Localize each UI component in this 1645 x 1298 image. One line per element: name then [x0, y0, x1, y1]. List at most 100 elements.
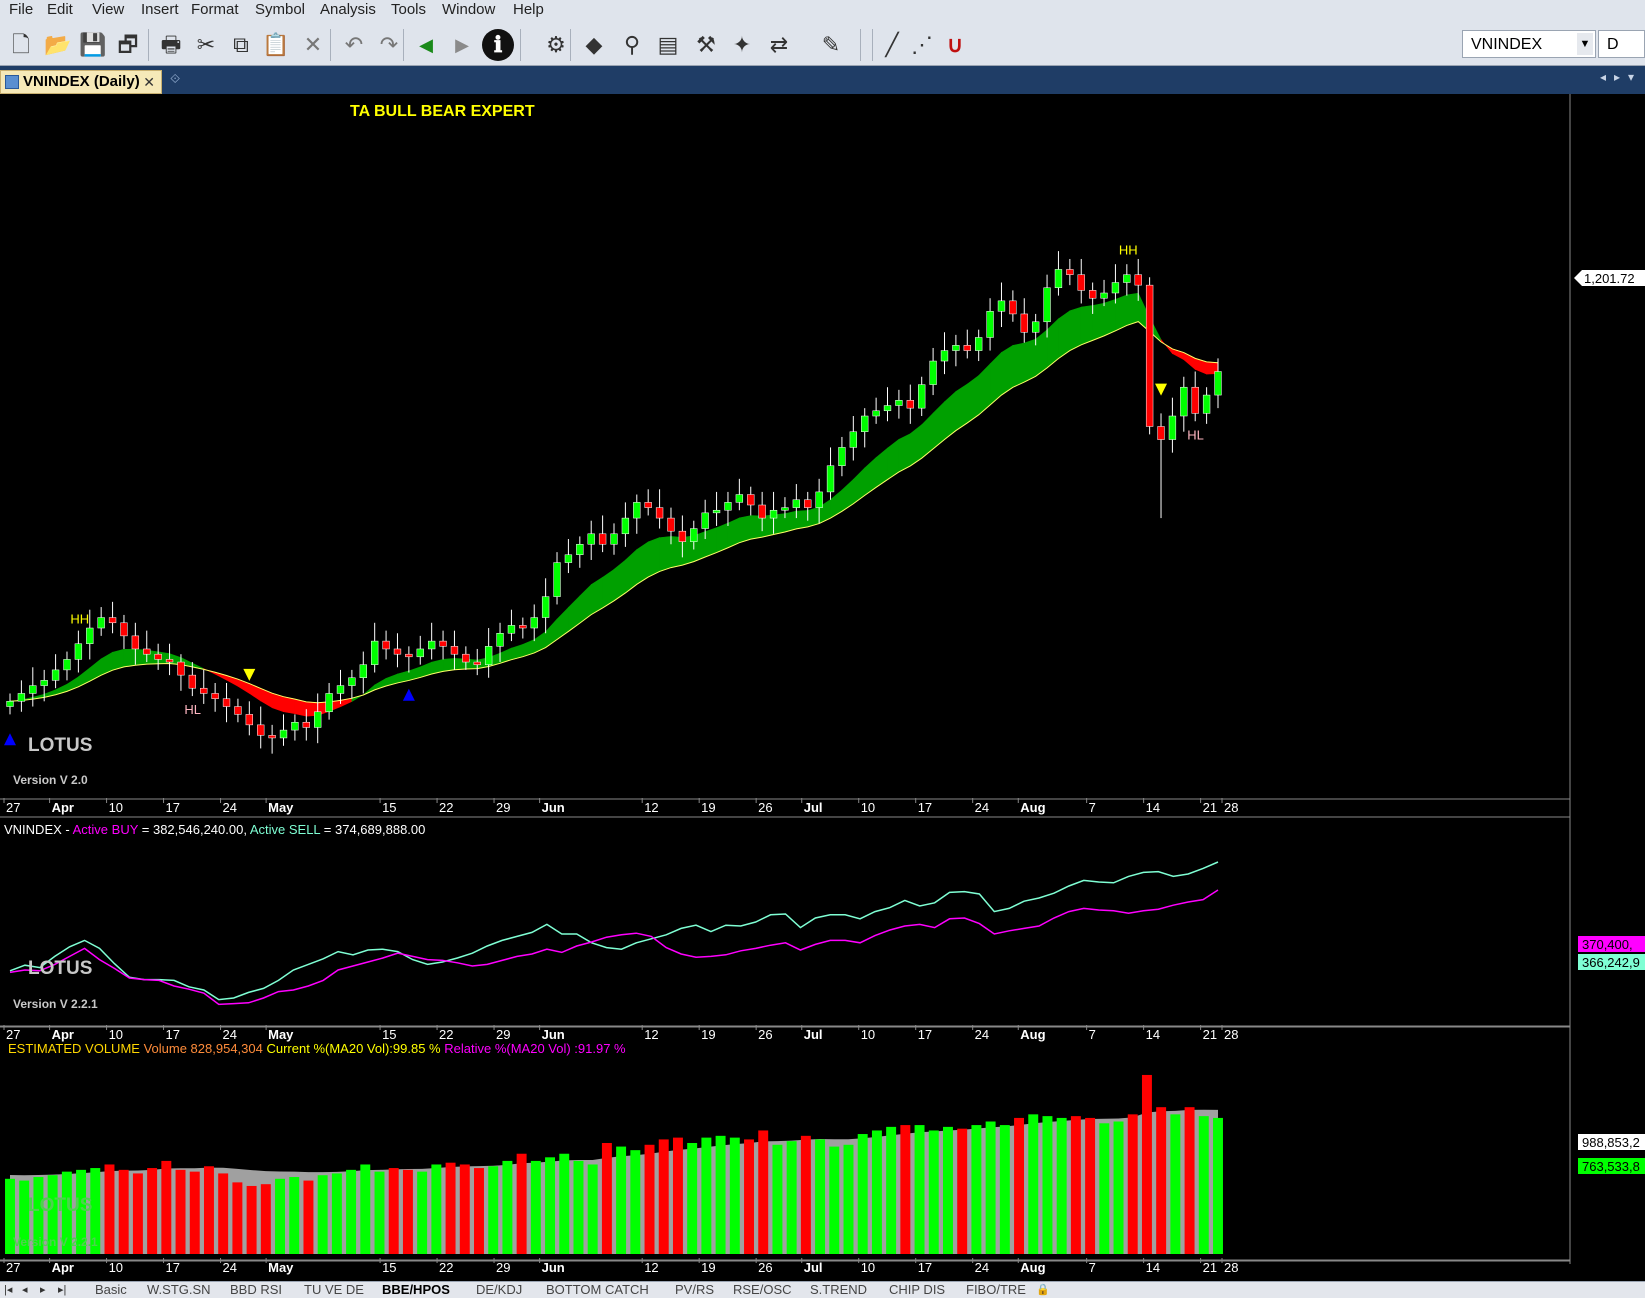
tab-list-icon[interactable]: ▾: [1628, 70, 1634, 84]
volume-bar: [886, 1126, 897, 1254]
dotted-line-icon[interactable]: ⋰: [906, 29, 938, 61]
cut-icon[interactable]: ✂: [190, 29, 222, 61]
candle-body: [781, 507, 789, 511]
last-page-icon[interactable]: ▸|: [58, 1283, 66, 1297]
magnet-icon[interactable]: ∪: [939, 29, 971, 61]
chevron-down-icon[interactable]: ▼: [1577, 33, 1593, 55]
menu-file[interactable]: File: [6, 0, 36, 24]
menu-symbol[interactable]: Symbol: [252, 0, 308, 24]
watermark-lotus: LOTUS: [28, 958, 92, 979]
undo-icon[interactable]: ↶: [338, 29, 370, 61]
x-axis-tick-label: 26: [758, 1027, 772, 1042]
report-icon[interactable]: ▤: [652, 29, 684, 61]
volume-bar: [630, 1150, 641, 1254]
tools-icon[interactable]: ⚒: [690, 29, 722, 61]
scroll-left-icon[interactable]: ◂: [1600, 70, 1606, 84]
save-icon[interactable]: 💾: [77, 29, 109, 61]
x-axis-tick-label: 12: [644, 800, 658, 815]
bottom-tab-bbd-rsi[interactable]: BBD RSI: [230, 1283, 282, 1297]
open-folder-icon[interactable]: 📂: [42, 29, 74, 61]
menu-edit[interactable]: Edit: [44, 0, 76, 24]
bottom-tab-chip-dis[interactable]: CHIP DIS: [889, 1283, 945, 1297]
menu-bar: File Edit View Insert Format Symbol Analysis To…: [0, 0, 1645, 25]
menu-tools[interactable]: Tools: [388, 0, 429, 24]
volume-bar: [331, 1173, 342, 1254]
bottom-tab-rse-osc[interactable]: RSE/OSC: [733, 1283, 792, 1297]
x-axis-tick-label: May: [268, 1260, 294, 1275]
volume-bar: [587, 1164, 598, 1254]
trend-cloud-segment: [123, 648, 136, 668]
trend-cloud-segment: [522, 639, 535, 658]
candle-body: [735, 494, 744, 503]
copy-icon[interactable]: ⧉: [225, 29, 257, 61]
candle-body: [416, 648, 424, 658]
first-page-icon[interactable]: |◂: [4, 1283, 12, 1297]
scroll-right-icon[interactable]: ▸: [1614, 70, 1620, 84]
bottom-tab-de-kdj[interactable]: DE/KDJ: [476, 1283, 522, 1297]
bottom-tab-pv-rs[interactable]: PV/RS: [675, 1283, 714, 1297]
bottom-tab-w-stg-sn[interactable]: W.STG.SN: [147, 1283, 211, 1297]
candle-body: [291, 721, 299, 731]
volume-bar: [175, 1169, 186, 1254]
menu-window[interactable]: Window: [439, 0, 498, 24]
volume-bar: [772, 1144, 783, 1254]
menu-analysis[interactable]: Analysis: [317, 0, 379, 24]
back-icon[interactable]: ◀: [410, 29, 442, 61]
candle-body: [1168, 415, 1177, 440]
x-axis-tick-label: Jul: [804, 800, 823, 815]
volume-bar: [388, 1168, 399, 1254]
candle-body: [1180, 386, 1188, 417]
buy-signal-arrow: [4, 733, 16, 746]
line-icon[interactable]: ╱: [876, 29, 908, 61]
symbol-combo[interactable]: VNINDEX ▼: [1462, 30, 1596, 58]
save-all-icon[interactable]: 🗗: [112, 29, 144, 61]
paste-icon[interactable]: 📋: [260, 29, 292, 61]
close-tab-icon[interactable]: ✕: [143, 71, 155, 93]
version-label: Version V 2.0: [13, 773, 88, 787]
menu-insert[interactable]: Insert: [138, 0, 182, 24]
trend-cloud-segment: [898, 433, 911, 473]
slow-ma-line: [9, 321, 1219, 704]
volume-bar: [758, 1130, 769, 1254]
trade-icon[interactable]: ⇄: [763, 29, 795, 61]
toolbar-separator: [403, 29, 404, 61]
chart-canvas[interactable]: HH HL HH HL TA BULL BEAR EXPERT LOTUS Version …: [0, 94, 1645, 1281]
period-combo[interactable]: D: [1598, 30, 1645, 58]
menu-format[interactable]: Format: [188, 0, 242, 24]
print-icon[interactable]: 🖶: [155, 29, 187, 61]
bottom-tab-fibo-tre[interactable]: FIBO/TRE: [966, 1283, 1026, 1297]
pen-icon[interactable]: ✎: [815, 29, 847, 61]
bottom-tab-tu-ve-de[interactable]: TU VE DE: [304, 1283, 364, 1297]
bottom-tab-bottom-catch[interactable]: BOTTOM CATCH: [546, 1283, 649, 1297]
volume-bar: [1085, 1117, 1096, 1254]
volume-bar: [1113, 1121, 1124, 1254]
redo-icon[interactable]: ↷: [373, 29, 405, 61]
bottom-tab-s-trend[interactable]: S.TREND: [810, 1283, 867, 1297]
bottom-tab-bbe-hpos[interactable]: BBE/HPOS: [382, 1283, 450, 1297]
prev-page-icon[interactable]: ◂: [22, 1283, 28, 1297]
next-page-icon[interactable]: ▸: [40, 1283, 46, 1297]
volume-bar: [1014, 1117, 1025, 1254]
magic-icon[interactable]: ✦: [726, 29, 758, 61]
version-label: Version V 2.2.1: [13, 1235, 98, 1249]
tab-vnindex-daily[interactable]: VNINDEX (Daily) ✕: [0, 70, 162, 94]
menu-help[interactable]: Help: [510, 0, 547, 24]
candle-body: [530, 617, 538, 629]
menu-view[interactable]: View: [89, 0, 127, 24]
x-axis-tick-label: Jun: [542, 1260, 565, 1275]
x-axis-tick-label: 21: [1203, 1027, 1217, 1042]
candle-body: [439, 640, 447, 647]
delete-icon[interactable]: ✕: [297, 29, 329, 61]
info-icon[interactable]: ℹ: [482, 29, 514, 61]
new-file-icon[interactable]: 🗋: [5, 29, 37, 61]
trend-cloud-segment: [784, 510, 797, 533]
bottom-tab-basic[interactable]: Basic: [95, 1283, 127, 1297]
explore-icon[interactable]: ⚲: [616, 29, 648, 61]
lock-icon[interactable]: 🔒: [1036, 1283, 1050, 1297]
pin-tab-icon[interactable]: ⟐: [170, 71, 180, 87]
forward-icon[interactable]: ▶: [446, 29, 478, 61]
relative-ma-value: Relative %(MA20 Vol) :91.97 %: [444, 1041, 626, 1056]
indicator-icon[interactable]: ⚙: [540, 29, 572, 61]
pattern-icon[interactable]: ◆: [578, 29, 610, 61]
x-axis-tick-label: 10: [861, 1260, 875, 1275]
